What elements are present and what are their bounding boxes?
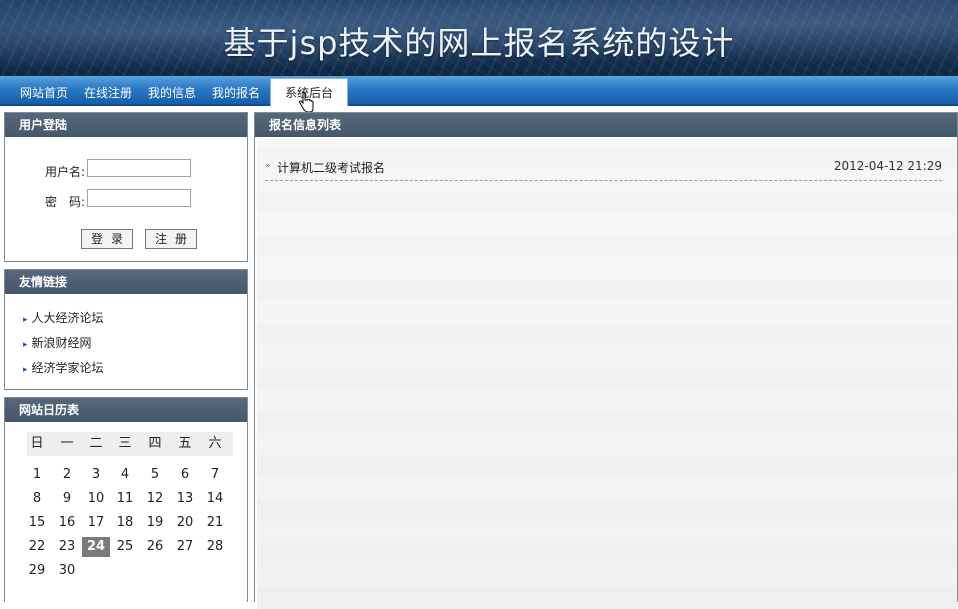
hand-pointer-icon: [299, 92, 314, 113]
double-chevron-right-icon: »: [265, 161, 271, 171]
calendar-weekday: 一: [60, 436, 74, 451]
calendar-day[interactable]: 25: [111, 537, 139, 557]
username-label: 用户名:: [44, 165, 85, 179]
username-input[interactable]: [87, 159, 191, 177]
calendar-day[interactable]: 21: [201, 513, 229, 533]
calendar-day[interactable]: 11: [111, 489, 139, 509]
calendar-day[interactable]: 7: [201, 465, 229, 485]
chevron-right-icon: ▸: [23, 340, 28, 350]
nav-home[interactable]: 网站首页: [20, 84, 68, 101]
calendar-day[interactable]: 23: [53, 537, 81, 557]
nav-my-signup[interactable]: 我的报名: [212, 84, 260, 101]
calendar-weekday: 二: [89, 436, 103, 451]
link-item[interactable]: ▸ 人大经济论坛: [23, 309, 104, 326]
link-item[interactable]: ▸ 新浪财经网: [23, 334, 92, 351]
links-panel-title: 友情链接: [5, 270, 247, 294]
content-background: [257, 139, 957, 609]
calendar-day[interactable]: 22: [23, 537, 51, 557]
calendar-day[interactable]: 24: [82, 537, 110, 557]
register-button[interactable]: 注册: [145, 229, 197, 249]
links-panel: 友情链接 ▸ 人大经济论坛 ▸ 新浪财经网 ▸ 经济学家论坛: [4, 269, 248, 390]
signup-list-panel: 报名信息列表 » 计算机二级考试报名 2012-04-12 21:29: [254, 112, 958, 609]
calendar-day[interactable]: 19: [141, 513, 169, 533]
login-button[interactable]: 登录: [81, 229, 133, 249]
list-item-date: 2012-04-12 21:29: [833, 159, 942, 173]
calendar-day[interactable]: 17: [82, 513, 110, 533]
calendar-day[interactable]: 13: [171, 489, 199, 509]
calendar-day[interactable]: 30: [53, 561, 81, 581]
calendar-weekday: 四: [148, 436, 162, 451]
calendar-day[interactable]: 10: [82, 489, 110, 509]
signup-list-title: 报名信息列表: [255, 113, 957, 137]
calendar-day[interactable]: 3: [82, 465, 110, 485]
calendar-panel-title: 网站日历表: [5, 398, 247, 422]
nav-my-info[interactable]: 我的信息: [148, 84, 196, 101]
chevron-right-icon: ▸: [23, 365, 28, 375]
calendar-day[interactable]: 5: [141, 465, 169, 485]
calendar-day[interactable]: 14: [201, 489, 229, 509]
nav-register[interactable]: 在线注册: [84, 84, 132, 101]
calendar-weekday: 三: [118, 436, 132, 451]
calendar-day[interactable]: 27: [171, 537, 199, 557]
chevron-right-icon: ▸: [23, 315, 28, 325]
site-banner: 基于jsp技术的网上报名系统的设计: [0, 0, 958, 76]
calendar-day[interactable]: 16: [53, 513, 81, 533]
calendar-day[interactable]: 8: [23, 489, 51, 509]
calendar-day[interactable]: 1: [23, 465, 51, 485]
calendar-day[interactable]: 28: [201, 537, 229, 557]
calendar-day[interactable]: 18: [111, 513, 139, 533]
list-item[interactable]: » 计算机二级考试报名 2012-04-12 21:29: [265, 159, 942, 181]
password-label: 密 码:: [44, 195, 85, 209]
calendar-panel: 网站日历表 日一二三四五六 1 2 3 4 5 6 7 8 9 10 11 12 13 14 15 16 17 18…: [4, 397, 248, 602]
site-title: 基于jsp技术的网上报名系统的设计: [223, 24, 735, 62]
login-panel: 用户登陆 用户名: 密 码: 登录 注册: [4, 112, 248, 262]
calendar-day[interactable]: 4: [111, 465, 139, 485]
calendar-day[interactable]: 15: [23, 513, 51, 533]
list-item-title[interactable]: 计算机二级考试报名: [277, 159, 385, 176]
calendar-weekday: 五: [178, 436, 192, 451]
password-input[interactable]: [87, 189, 191, 207]
main-nav: 网站首页 在线注册 我的信息 我的报名 系统后台: [0, 76, 958, 106]
calendar-day[interactable]: 12: [141, 489, 169, 509]
calendar-day[interactable]: 9: [53, 489, 81, 509]
calendar-day[interactable]: 26: [141, 537, 169, 557]
calendar-day[interactable]: 2: [53, 465, 81, 485]
calendar-day[interactable]: 29: [23, 561, 51, 581]
calendar-weekday: 日: [30, 436, 44, 451]
login-panel-title: 用户登陆: [5, 113, 247, 137]
calendar-weekday: 六: [208, 436, 222, 451]
link-item[interactable]: ▸ 经济学家论坛: [23, 359, 104, 376]
calendar-day[interactable]: 6: [171, 465, 199, 485]
calendar-day[interactable]: 20: [171, 513, 199, 533]
